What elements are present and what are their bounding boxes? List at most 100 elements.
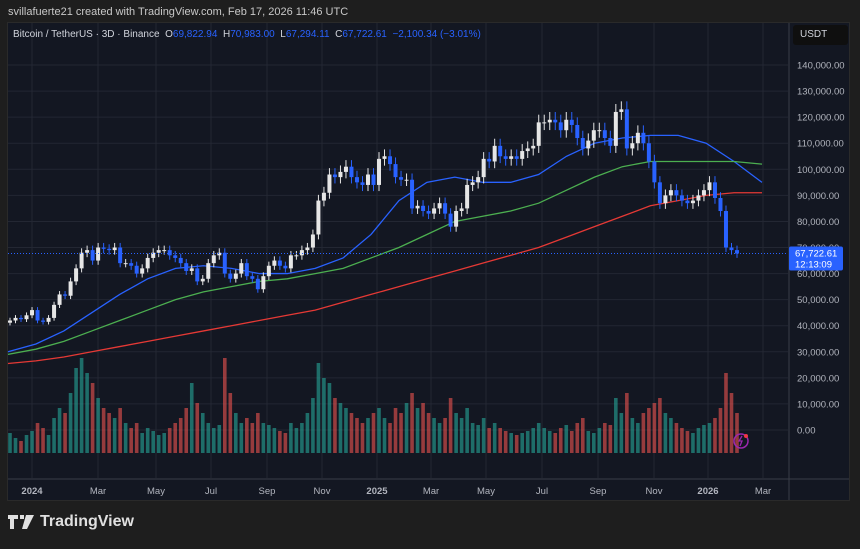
volume-bar xyxy=(597,428,602,453)
volume-bar xyxy=(415,408,420,453)
candle-body xyxy=(630,143,635,149)
candle-body xyxy=(68,281,73,296)
candle-body xyxy=(354,177,359,183)
candle-body xyxy=(222,252,227,274)
candle-body xyxy=(145,257,150,269)
volume-bar xyxy=(663,413,668,453)
price-tick-label: 10,000.00 xyxy=(797,399,839,410)
volume-bar xyxy=(338,403,343,453)
candle-body xyxy=(228,273,233,279)
candle-body xyxy=(547,119,552,123)
volume-bar xyxy=(300,423,304,453)
volume-bar xyxy=(278,431,282,453)
time-tick-label: Sep xyxy=(590,486,607,497)
candle-body xyxy=(663,195,668,204)
candle-body xyxy=(167,250,172,256)
candle-body xyxy=(426,211,431,214)
candle-body xyxy=(421,205,426,212)
volume-bar xyxy=(514,435,519,453)
candle-body xyxy=(371,174,376,185)
volume-bar xyxy=(592,433,596,453)
volume-bar xyxy=(79,358,84,453)
candle-body xyxy=(476,177,481,183)
volume-bar xyxy=(200,413,205,453)
candle-body xyxy=(178,257,183,264)
volume-bar xyxy=(553,433,558,453)
candle-body xyxy=(332,174,337,178)
currency-selector[interactable]: USDT xyxy=(793,25,848,45)
candle-body xyxy=(487,158,492,162)
candle-body xyxy=(432,208,437,214)
volume-bar xyxy=(459,418,464,453)
candle-body xyxy=(657,182,662,204)
candle-body xyxy=(701,190,706,196)
candle-body xyxy=(613,111,618,146)
volume-bar xyxy=(470,423,475,453)
notification-dot-icon xyxy=(744,434,748,438)
candle-body xyxy=(305,247,310,251)
candle-body xyxy=(542,122,547,124)
candle-body xyxy=(239,263,244,274)
candle-body xyxy=(30,310,35,316)
volume-bar xyxy=(366,418,370,453)
candle-body xyxy=(189,268,194,271)
volume-bar xyxy=(289,423,293,453)
candle-body xyxy=(63,294,68,296)
volume-bar xyxy=(322,378,326,453)
candle-body xyxy=(283,265,288,269)
candle-body xyxy=(173,255,178,258)
symbol-name[interactable]: Bitcoin / TetherUS · 3D · Binance xyxy=(13,29,160,40)
candle-body xyxy=(112,247,117,251)
volume-bar xyxy=(685,431,690,453)
candle-body xyxy=(162,250,167,252)
candle-body xyxy=(399,177,404,180)
candle-body xyxy=(443,203,448,214)
candle-body xyxy=(123,263,128,265)
volume-bar xyxy=(608,425,613,453)
volume-bar xyxy=(669,418,673,453)
volume-bar xyxy=(520,433,525,453)
volume-bar xyxy=(707,423,712,453)
volume-bar xyxy=(492,423,497,453)
time-tick-label: Mar xyxy=(90,486,106,497)
volume-bar xyxy=(123,423,128,453)
volume-bar xyxy=(355,418,359,453)
candle-body xyxy=(107,248,112,251)
candle-body xyxy=(465,184,470,209)
volume-bar xyxy=(377,408,381,453)
candle-body xyxy=(151,252,156,258)
price-tick-label: 60,000.00 xyxy=(797,269,839,280)
candle-body xyxy=(393,164,398,178)
volume-bar xyxy=(724,373,728,453)
candle-body xyxy=(718,197,723,212)
candle-body xyxy=(288,255,293,269)
price-chart[interactable]: 140,000.00 130,000.00 120,000.00 110,000.00… xyxy=(0,0,860,549)
candle-body xyxy=(503,156,508,159)
candle-body xyxy=(129,263,134,266)
candle-body xyxy=(498,145,503,157)
change-value: −2,100.34 (−3.01%) xyxy=(392,29,481,40)
candle-body xyxy=(349,166,354,178)
high-value: 70,983.00 xyxy=(230,29,275,40)
candle-body xyxy=(575,124,580,139)
candle-body xyxy=(365,174,370,185)
volume-bar xyxy=(140,433,144,453)
volume-bar xyxy=(52,418,56,453)
volume-bar xyxy=(349,413,354,453)
candle-body xyxy=(696,195,701,201)
candle-body xyxy=(448,213,453,227)
volume-bar xyxy=(68,393,73,453)
candle-body xyxy=(619,109,624,112)
time-tick-label: Jul xyxy=(205,486,217,497)
candle-body xyxy=(140,268,145,274)
candle-body xyxy=(261,276,266,290)
volume-bar xyxy=(151,431,155,453)
volume-bar xyxy=(24,435,29,453)
candle-body xyxy=(217,252,222,256)
volume-bar xyxy=(465,408,469,453)
candle-body xyxy=(57,294,62,305)
candle-body xyxy=(41,320,46,322)
price-tick-label: 30,000.00 xyxy=(797,347,839,358)
volume-bar xyxy=(228,393,233,453)
volume-bar xyxy=(371,413,376,453)
